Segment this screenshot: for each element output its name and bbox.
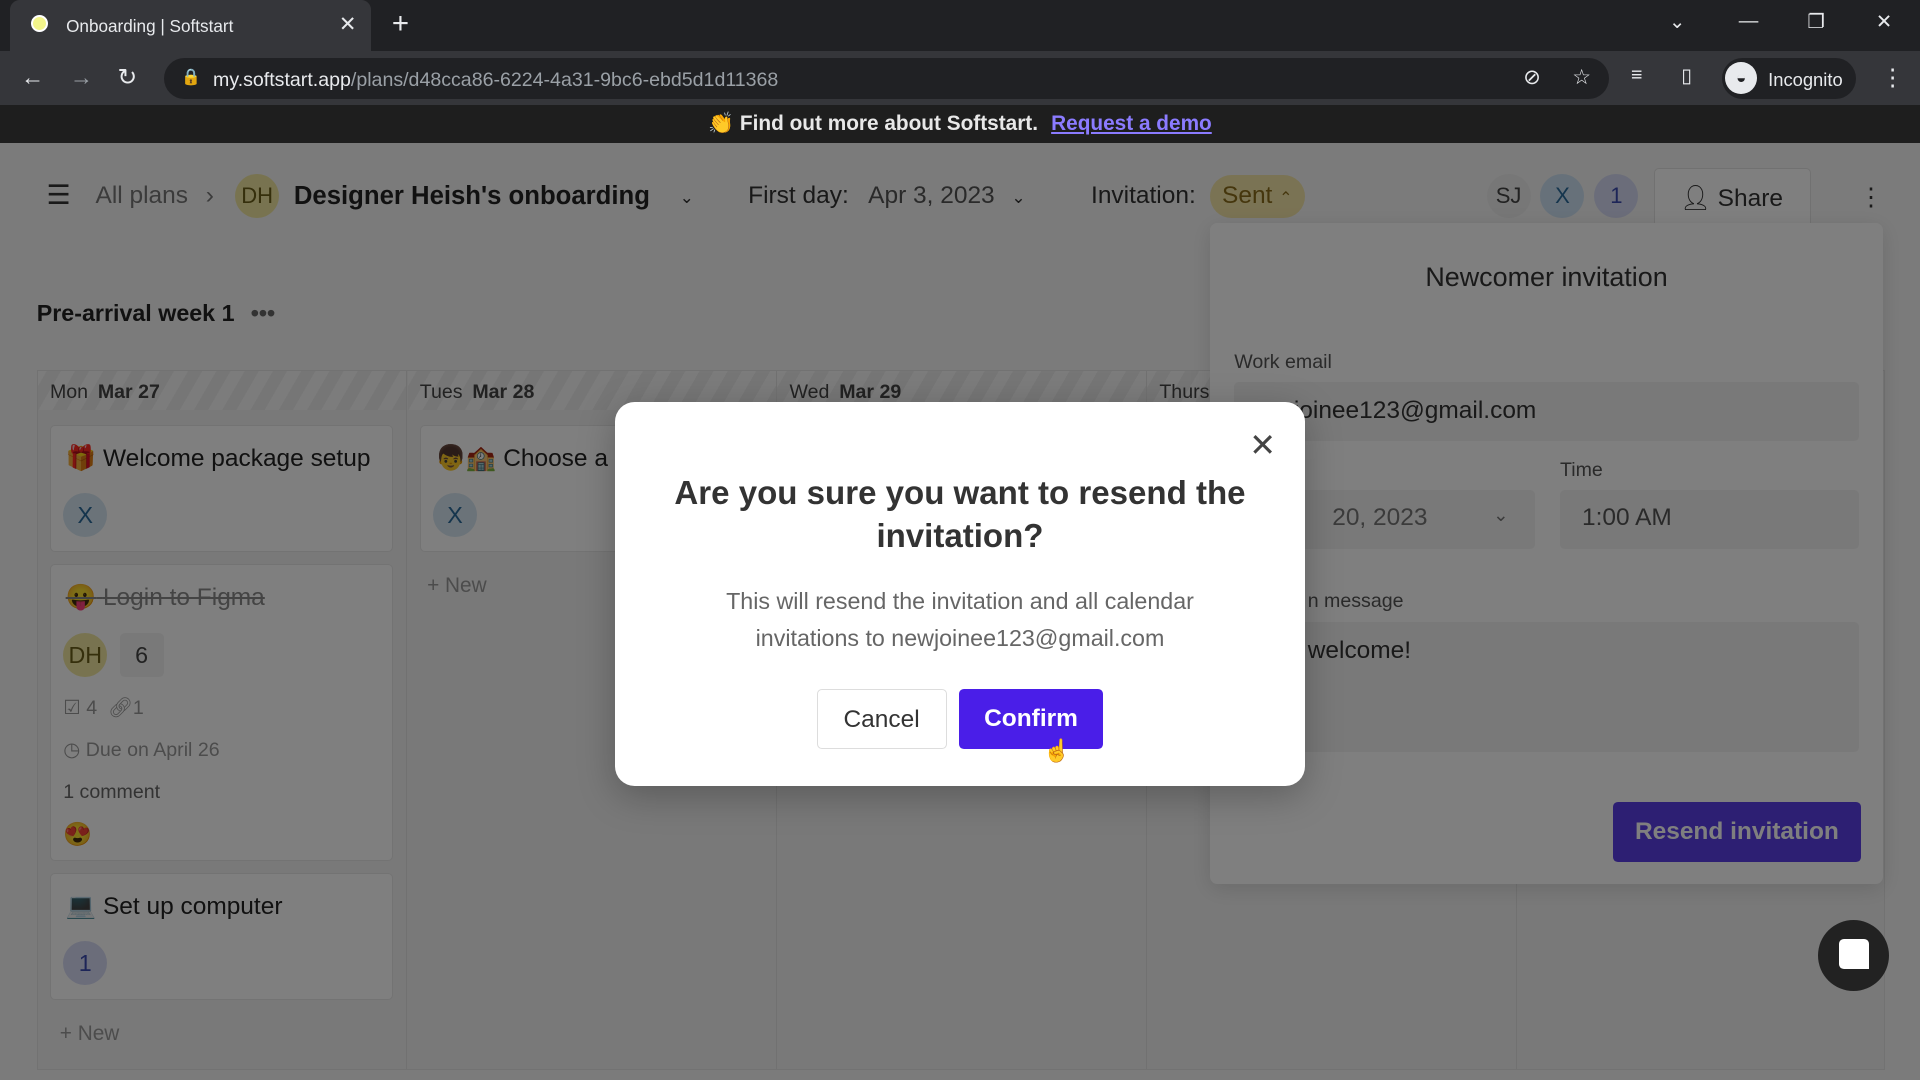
- reload-icon[interactable]: ↻: [118, 64, 137, 91]
- dialog-title: Are you sure you want to resend the invi…: [674, 474, 1246, 555]
- tab-title: Onboarding | Softstart: [66, 15, 234, 36]
- close-window-icon[interactable]: ✕: [1876, 10, 1892, 34]
- cancel-button[interactable]: Cancel: [816, 689, 947, 750]
- restore-icon[interactable]: ❐: [1807, 10, 1825, 34]
- lock-icon: 🔒: [181, 69, 202, 87]
- resend-confirm-dialog: ✕ Are you sure you want to resend the in…: [614, 401, 1306, 787]
- promo-banner: 👏 Find out more about Softstart. Request…: [0, 105, 1920, 144]
- incognito-profile[interactable]: ◒ Incognito: [1721, 57, 1857, 100]
- pointer-cursor-icon: ☝: [1043, 738, 1071, 764]
- bookmark-star-icon[interactable]: ☆: [1572, 65, 1591, 90]
- request-demo-link[interactable]: Request a demo: [1051, 112, 1212, 135]
- browser-tabstrip: Onboarding | Softstart ✕ + ⌄ — ❐ ✕: [0, 0, 1920, 52]
- new-tab-icon[interactable]: +: [392, 7, 409, 41]
- url-path: /plans/d48cca86-6224-4a31-9bc6-ebd5d1d11…: [350, 68, 779, 91]
- confirm-button[interactable]: Confirm: [958, 689, 1104, 750]
- forward-icon[interactable]: →: [70, 64, 93, 91]
- minimize-icon[interactable]: —: [1739, 10, 1759, 33]
- side-panel-icon[interactable]: ▯: [1681, 64, 1692, 88]
- favicon-icon: [30, 14, 48, 32]
- url-bar[interactable]: 🔒 my.softstart.app/plans/d48cca86-6224-4…: [164, 57, 1609, 100]
- tracking-off-icon[interactable]: ⊘: [1523, 65, 1540, 90]
- chat-icon: [1839, 939, 1869, 969]
- url-host: my.softstart.app: [213, 68, 351, 91]
- address-bar-row: ← → ↻ 🔒 my.softstart.app/plans/d48cca86-…: [0, 51, 1920, 106]
- browser-menu-icon[interactable]: ⋮: [1881, 64, 1904, 91]
- tab-search-icon[interactable]: ⌄: [1669, 10, 1685, 34]
- clap-icon: 👏: [708, 112, 735, 136]
- chat-launcher-button[interactable]: [1818, 919, 1890, 991]
- close-tab-icon[interactable]: ✕: [339, 12, 356, 37]
- dialog-body: This will resend the invitation and all …: [726, 587, 1194, 651]
- close-icon[interactable]: ✕: [1249, 426, 1276, 464]
- banner-text: Find out more about Softstart.: [739, 112, 1038, 136]
- incognito-icon: ◒: [1725, 62, 1758, 95]
- back-icon[interactable]: ←: [21, 64, 44, 91]
- browser-tab[interactable]: Onboarding | Softstart ✕: [9, 0, 371, 52]
- media-icon[interactable]: ≡: [1631, 64, 1642, 87]
- profile-label: Incognito: [1768, 68, 1843, 90]
